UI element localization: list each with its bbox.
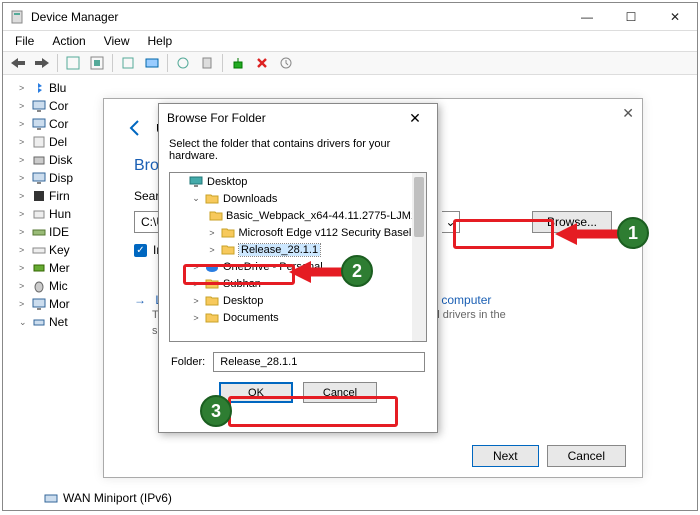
tree-item[interactable]: >Mic <box>7 277 97 295</box>
device-manager-window: Device Manager — ☐ ✕ File Action View He… <box>2 2 698 511</box>
annotation-badge-1: 1 <box>617 217 649 249</box>
tree-item[interactable]: >Mer <box>7 259 97 277</box>
toolbar-icon[interactable] <box>172 53 194 73</box>
folder-tree-item[interactable]: >Microsoft Edge v112 Security Baseline <box>170 224 426 241</box>
bff-message: Select the folder that contains drivers … <box>159 132 437 172</box>
let-me-tail: y computer <box>432 293 491 307</box>
menu-file[interactable]: File <box>7 32 42 50</box>
menu-view[interactable]: View <box>96 32 138 50</box>
toolbar-icon[interactable] <box>196 53 218 73</box>
ok-button[interactable]: OK <box>219 382 293 403</box>
minimize-button[interactable]: — <box>565 3 609 31</box>
scrollbar[interactable] <box>412 173 426 341</box>
toolbar-icon[interactable] <box>86 53 108 73</box>
tree-item[interactable]: >Firn <box>7 187 97 205</box>
folder-tree-item[interactable]: ⌄Downloads <box>170 190 426 207</box>
back-arrow-icon[interactable] <box>124 117 146 139</box>
bff-cancel-button[interactable]: Cancel <box>303 382 377 403</box>
window-title: Device Manager <box>31 10 565 24</box>
tree-item[interactable]: >Disk <box>7 151 97 169</box>
folder-tree-item[interactable]: >Release_28.1.1 <box>170 241 426 258</box>
tree-item[interactable]: >Cor <box>7 97 97 115</box>
next-button[interactable]: Next <box>472 445 539 467</box>
bff-title: Browse For Folder <box>167 111 401 125</box>
tree-item[interactable]: >Key <box>7 241 97 259</box>
annotation-arrow <box>289 259 349 285</box>
close-icon[interactable]: ✕ <box>622 105 634 122</box>
tree-item[interactable]: >Mor <box>7 295 97 313</box>
folder-tree-item[interactable]: Desktop <box>170 173 426 190</box>
annotation-badge-3: 3 <box>200 395 232 427</box>
folder-input[interactable] <box>213 352 425 372</box>
tree-item[interactable]: >Disp <box>7 169 97 187</box>
include-subfolders-checkbox[interactable]: ✓ <box>134 244 147 257</box>
tree-item[interactable]: >Blu <box>7 79 97 97</box>
tree-item-wan[interactable]: WAN Miniport (IPv6) <box>43 490 172 506</box>
menu-help[interactable]: Help <box>140 32 181 50</box>
back-button[interactable] <box>7 53 29 73</box>
toolbar-icon[interactable] <box>275 53 297 73</box>
bff-close-button[interactable]: ✕ <box>401 110 429 127</box>
device-tree[interactable]: >Blu>Cor>Cor>Del>Disk>Disp>Firn>Hun>IDE>… <box>7 79 97 499</box>
toolbar-delete-icon[interactable] <box>251 53 273 73</box>
close-button[interactable]: ✕ <box>653 3 697 31</box>
tree-item[interactable]: ⌄Net <box>7 313 97 331</box>
tree-item[interactable]: >Cor <box>7 115 97 133</box>
folder-tree[interactable]: Desktop⌄DownloadsBasic_Webpack_x64-44.11… <box>169 172 427 342</box>
maximize-button[interactable]: ☐ <box>609 3 653 31</box>
toolbar-icon[interactable] <box>141 53 163 73</box>
tree-item[interactable]: >IDE <box>7 223 97 241</box>
menubar: File Action View Help <box>3 31 697 51</box>
toolbar-icon[interactable] <box>62 53 84 73</box>
tree-item[interactable]: >Hun <box>7 205 97 223</box>
app-icon <box>9 9 25 25</box>
toolbar-icon[interactable] <box>227 53 249 73</box>
arrow-icon: → <box>134 293 146 307</box>
tree-item[interactable]: >Del <box>7 133 97 151</box>
toolbar-icon[interactable] <box>117 53 139 73</box>
path-dropdown[interactable]: ⌄ <box>442 211 460 233</box>
menu-action[interactable]: Action <box>44 32 93 50</box>
forward-button[interactable] <box>31 53 53 73</box>
folder-tree-item[interactable]: Basic_Webpack_x64-44.11.2775-LJM129 <box>170 207 426 224</box>
folder-tree-item[interactable]: >Documents <box>170 309 426 326</box>
titlebar: Device Manager — ☐ ✕ <box>3 3 697 31</box>
folder-tree-item[interactable]: >Desktop <box>170 292 426 309</box>
cancel-button[interactable]: Cancel <box>547 445 626 467</box>
annotation-arrow <box>555 221 625 247</box>
folder-label: Folder: <box>171 356 205 368</box>
toolbar <box>3 51 697 75</box>
annotation-badge-2: 2 <box>341 255 373 287</box>
